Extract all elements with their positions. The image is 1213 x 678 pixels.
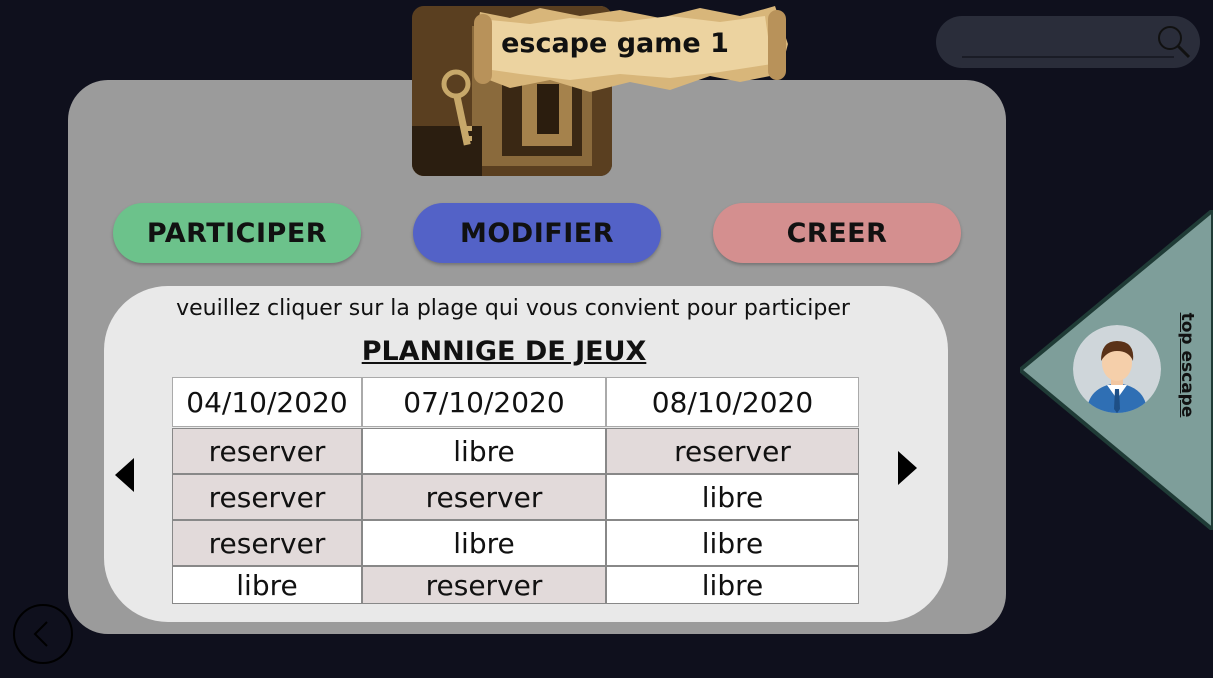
participer-button[interactable]: PARTICIPER	[113, 203, 361, 263]
chevron-right-icon[interactable]	[898, 451, 917, 485]
creer-button[interactable]: CREER	[713, 203, 961, 263]
date-header: 08/10/2020	[606, 377, 859, 427]
back-button[interactable]	[13, 604, 73, 664]
search-underline	[962, 56, 1174, 58]
search-icon[interactable]	[1154, 22, 1192, 60]
date-header: 04/10/2020	[172, 377, 362, 427]
slot-cell[interactable]: reserver	[172, 474, 362, 520]
slot-cell[interactable]: libre	[362, 520, 606, 566]
slot-cell[interactable]: reserver	[362, 474, 606, 520]
game-title: escape game 1	[501, 28, 729, 59]
chevron-left-icon[interactable]	[115, 458, 134, 492]
slot-cell[interactable]: libre	[606, 474, 859, 520]
planning-title: PLANNIGE DE JEUX	[361, 336, 647, 367]
avatar[interactable]	[1073, 325, 1161, 413]
back-icon	[33, 621, 48, 647]
slot-cell[interactable]: reserver	[362, 566, 606, 604]
modifier-button[interactable]: MODIFIER	[413, 203, 661, 263]
slot-cell[interactable]: libre	[172, 566, 362, 604]
slot-cell[interactable]: libre	[606, 520, 859, 566]
search-bar[interactable]	[936, 16, 1200, 68]
date-header: 07/10/2020	[362, 377, 606, 427]
planning-instruction: veuillez cliquer sur la plage qui vous c…	[176, 296, 850, 321]
slot-cell[interactable]: reserver	[606, 428, 859, 474]
slot-cell[interactable]: reserver	[172, 520, 362, 566]
slot-cell[interactable]: libre	[606, 566, 859, 604]
sidebar-label[interactable]: top escape	[1177, 310, 1197, 420]
slot-cell[interactable]: libre	[362, 428, 606, 474]
slot-cell[interactable]: reserver	[172, 428, 362, 474]
